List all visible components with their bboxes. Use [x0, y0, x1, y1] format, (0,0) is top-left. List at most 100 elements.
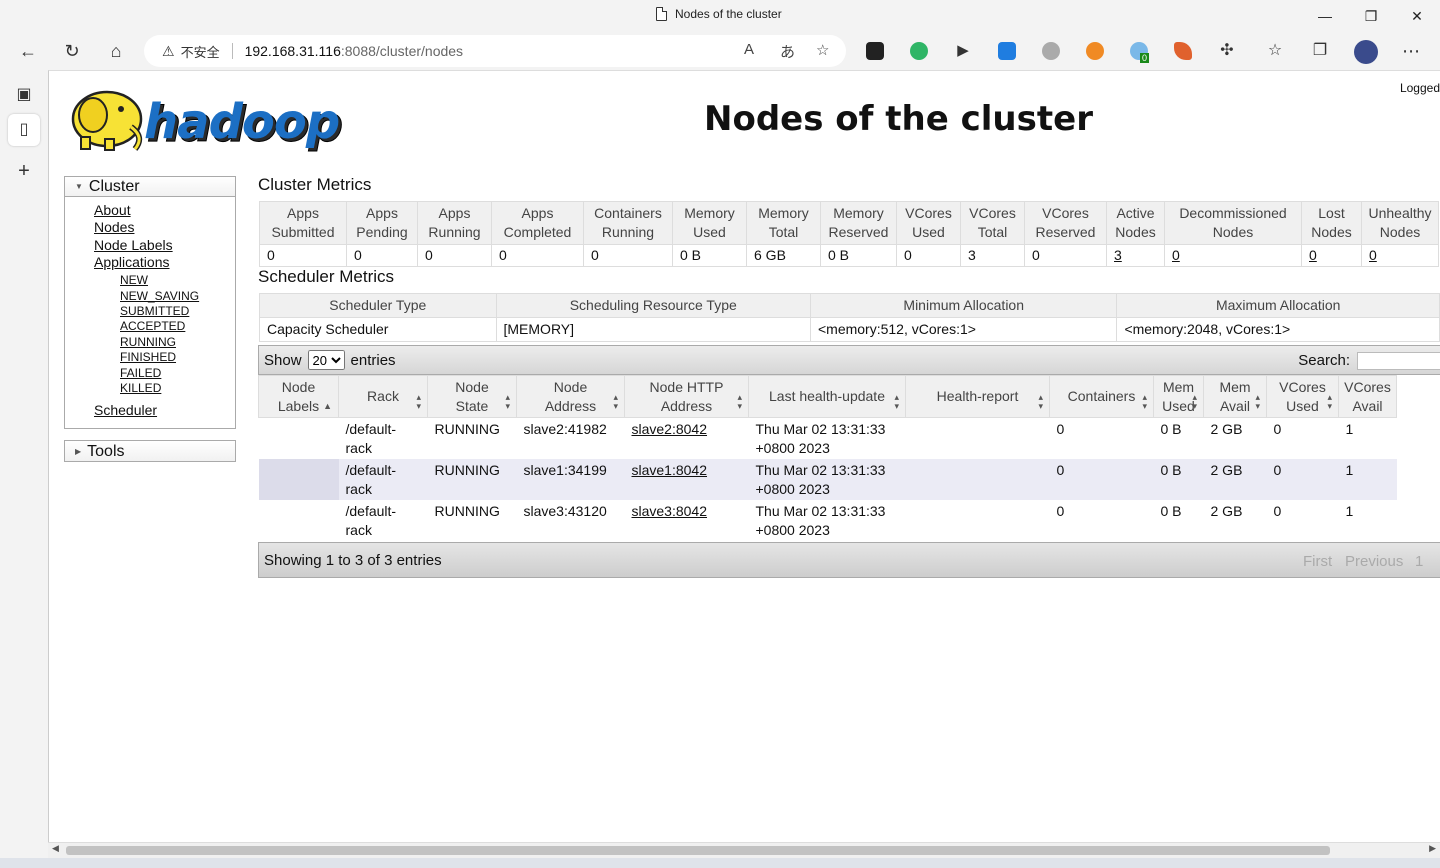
cell-node-http-address: slave3:8042 — [625, 500, 749, 541]
page-size-select[interactable]: 20 — [307, 350, 345, 370]
column-header-last-health-update[interactable]: Last health-update ▴ ▾ — [748, 375, 906, 418]
nav-link-nodes[interactable]: Nodes — [94, 219, 235, 236]
node-http-link[interactable]: slave3:8042 — [632, 503, 708, 519]
url-host[interactable]: 192.168.31.116 — [245, 43, 341, 59]
sort-arrows-icon[interactable]: ▴ ▾ — [1142, 393, 1147, 411]
node-http-link[interactable]: slave1:8042 — [632, 462, 708, 478]
nav-link-app-new-saving[interactable]: NEW_SAVING — [120, 289, 235, 304]
nav-link-about[interactable]: About — [94, 202, 235, 219]
sort-arrows-icon[interactable]: ▴ ▾ — [1327, 393, 1332, 411]
column-header-mem-avail[interactable]: Mem Avail ▴ ▾ — [1203, 375, 1267, 418]
column-header-node-labels[interactable]: Node Labels ▲ — [258, 375, 339, 418]
column-header-vcores-used[interactable]: VCores Used ▴ ▾ — [1266, 375, 1339, 418]
sort-arrows-icon[interactable]: ▴ ▾ — [1192, 393, 1197, 411]
url-path[interactable]: :8088/cluster/nodes — [341, 43, 463, 59]
orange-extension-icon[interactable] — [1086, 42, 1104, 60]
column-header-vcores-avail[interactable]: VCores Avail — [1338, 375, 1397, 418]
scroll-left-arrow-icon[interactable]: ◀ — [52, 843, 59, 854]
nav-link-app-accepted[interactable]: ACCEPTED — [120, 319, 235, 334]
metric-link-decommissioned-nodes[interactable]: 0 — [1172, 247, 1180, 263]
home-icon[interactable]: ⌂ — [103, 38, 129, 64]
play-extension-icon[interactable]: ▶ — [954, 42, 972, 60]
metric-header-line2: Used — [693, 224, 726, 240]
column-header-containers[interactable]: Containers ▴ ▾ — [1049, 375, 1154, 418]
red-extension-icon[interactable] — [1174, 42, 1192, 60]
search-input[interactable] — [1357, 352, 1440, 370]
metric-link-unhealthy-nodes[interactable]: 0 — [1369, 247, 1377, 263]
browser-sidebar: ▣ ▯ + — [0, 70, 48, 868]
sched-value-type: Capacity Scheduler — [259, 317, 497, 342]
sort-arrows-icon[interactable]: ▴ ▾ — [1038, 393, 1043, 411]
sort-arrows-icon[interactable]: ▴ ▾ — [416, 393, 421, 411]
metric-link-active-nodes[interactable]: 3 — [1114, 247, 1122, 263]
nav-link-node-labels[interactable]: Node Labels — [94, 237, 235, 254]
scrollbar-thumb[interactable] — [66, 846, 1330, 855]
nav-link-app-submitted[interactable]: SUBMITTED — [120, 304, 235, 319]
close-window-button[interactable]: ✕ — [1405, 6, 1429, 26]
node-http-link[interactable]: slave2:8042 — [632, 421, 708, 437]
pagination-first[interactable]: First — [1303, 553, 1332, 570]
column-header-node-state[interactable]: Node State ▴ ▾ — [427, 375, 517, 418]
metric-value-active-nodes: 3 — [1106, 244, 1165, 267]
column-header-line1: VCores — [1344, 378, 1391, 395]
cell-node-state: RUNNING — [434, 502, 500, 519]
extension-badge: 0 — [1140, 53, 1150, 63]
new-tab-plus-icon[interactable]: + — [8, 155, 40, 187]
tab-actions-icon[interactable]: ▣ — [8, 79, 40, 111]
sort-arrows-icon[interactable]: ▴ ▾ — [1255, 393, 1260, 411]
metric-header-line1: Containers — [594, 205, 662, 221]
security-label[interactable]: 不安全 — [181, 42, 220, 61]
nav-link-app-new[interactable]: NEW — [120, 273, 235, 288]
warning-icon[interactable]: ⚠ — [162, 43, 175, 60]
nav-link-app-finished[interactable]: FINISHED — [120, 350, 235, 365]
shield-extension-icon[interactable] — [910, 42, 928, 60]
pagination-previous[interactable]: Previous — [1345, 553, 1403, 570]
cell-rack: /default-rack — [339, 418, 428, 459]
nav-link-app-killed[interactable]: KILLED — [120, 381, 235, 396]
sort-arrows-icon[interactable]: ▴ ▾ — [505, 393, 510, 411]
nav-link-applications[interactable]: Applications — [94, 254, 235, 271]
sort-arrows-icon[interactable]: ▴ ▾ — [894, 393, 899, 411]
refresh-icon[interactable]: ↻ — [59, 38, 85, 64]
extension-tile-icon[interactable] — [866, 42, 884, 60]
metric-value-unhealthy-nodes: 0 — [1361, 244, 1439, 267]
column-header-node-http-address[interactable]: Node HTTP Address ▴ ▾ — [624, 375, 749, 418]
horizontal-scrollbar[interactable]: ◀ ▶ — [48, 842, 1440, 858]
back-arrow-icon[interactable]: ← — [15, 38, 41, 64]
column-header-mem-used[interactable]: Mem Used ▴ ▾ — [1153, 375, 1204, 418]
metric-link-lost-nodes[interactable]: 0 — [1309, 247, 1317, 263]
column-header-rack[interactable]: Rack ▴ ▾ — [338, 375, 428, 418]
read-aloud-icon[interactable]: A — [744, 41, 754, 58]
more-menu-icon[interactable]: ⋯ — [1398, 38, 1424, 64]
nav-link-scheduler[interactable]: Scheduler — [94, 402, 235, 419]
translate-icon[interactable]: あ — [780, 41, 795, 62]
column-header-node-address[interactable]: Node Address ▴ ▾ — [516, 375, 625, 418]
favorites-icon[interactable]: ☆ — [1262, 38, 1288, 64]
metric-header-line1: VCores — [969, 205, 1016, 221]
restore-button[interactable]: ❐ — [1359, 6, 1383, 26]
nav-link-app-running[interactable]: RUNNING — [120, 335, 235, 350]
vertical-tab-page-icon[interactable]: ▯ — [8, 114, 40, 146]
tools-nav-header[interactable]: ▶ Tools — [65, 441, 235, 461]
column-header-line2: Address — [544, 397, 597, 414]
gear-extension-icon[interactable] — [1042, 42, 1060, 60]
profile-avatar[interactable] — [1354, 40, 1378, 64]
collections-icon[interactable]: ❐ — [1307, 38, 1333, 64]
favorite-add-icon[interactable]: ☆ — [816, 41, 829, 59]
pagination-page-1[interactable]: 1 — [1415, 553, 1423, 570]
table-row: /default-rack RUNNING slave1:34199 slave1:8… — [258, 458, 1397, 500]
sort-arrows-icon[interactable]: ▴ ▾ — [737, 393, 742, 411]
address-bar[interactable]: ⚠ 不安全 192.168.31.116:8088/cluster/nodes … — [144, 35, 846, 67]
nav-link-app-failed[interactable]: FAILED — [120, 366, 235, 381]
scroll-right-arrow-icon[interactable]: ▶ — [1429, 843, 1436, 854]
cluster-nav-header[interactable]: ▼ Cluster — [65, 177, 235, 197]
column-header-health-report[interactable]: Health-report ▴ ▾ — [905, 375, 1050, 418]
blue-extension-icon[interactable] — [998, 42, 1016, 60]
table-row: /default-rack RUNNING slave2:41982 slave2:8… — [259, 418, 1397, 459]
extensions-puzzle-icon[interactable]: ✣ — [1214, 38, 1240, 64]
minimize-button[interactable]: — — [1313, 6, 1337, 26]
sort-arrows-icon[interactable]: ▴ ▾ — [613, 393, 618, 411]
cell-containers: 0 — [1049, 458, 1154, 500]
sort-arrows-icon[interactable]: ▲ — [323, 402, 332, 411]
cloud-extension-icon[interactable]: 0 — [1130, 42, 1150, 63]
